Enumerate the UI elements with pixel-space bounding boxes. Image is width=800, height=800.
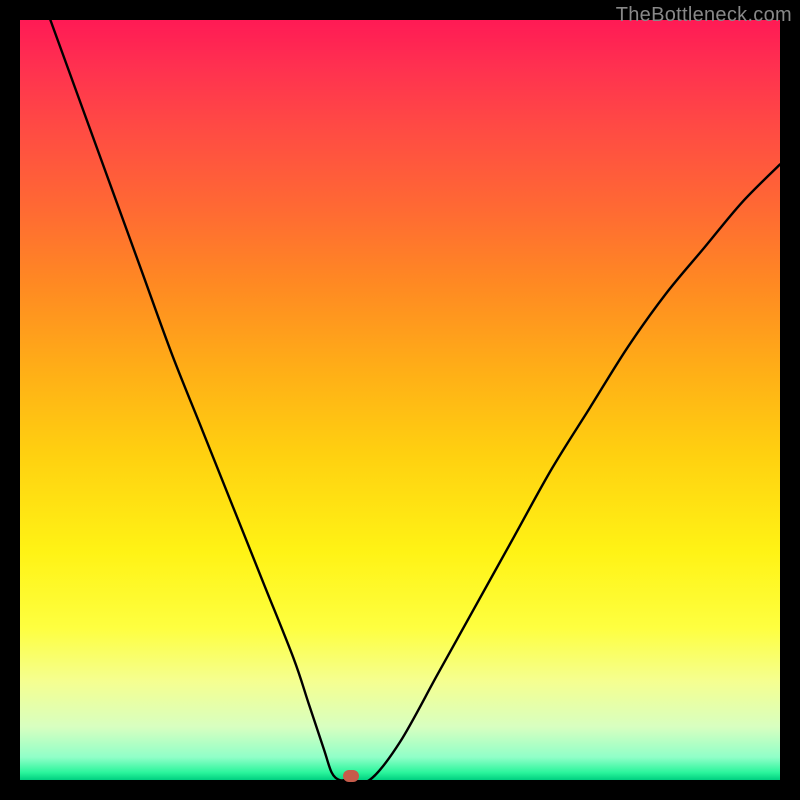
optimal-point-marker [343, 770, 359, 782]
watermark: TheBottleneck.com [616, 4, 792, 27]
bottleneck-curve [50, 20, 780, 783]
plot-area [20, 20, 780, 780]
curve-svg [20, 20, 780, 780]
chart-container: TheBottleneck.com [0, 0, 800, 800]
